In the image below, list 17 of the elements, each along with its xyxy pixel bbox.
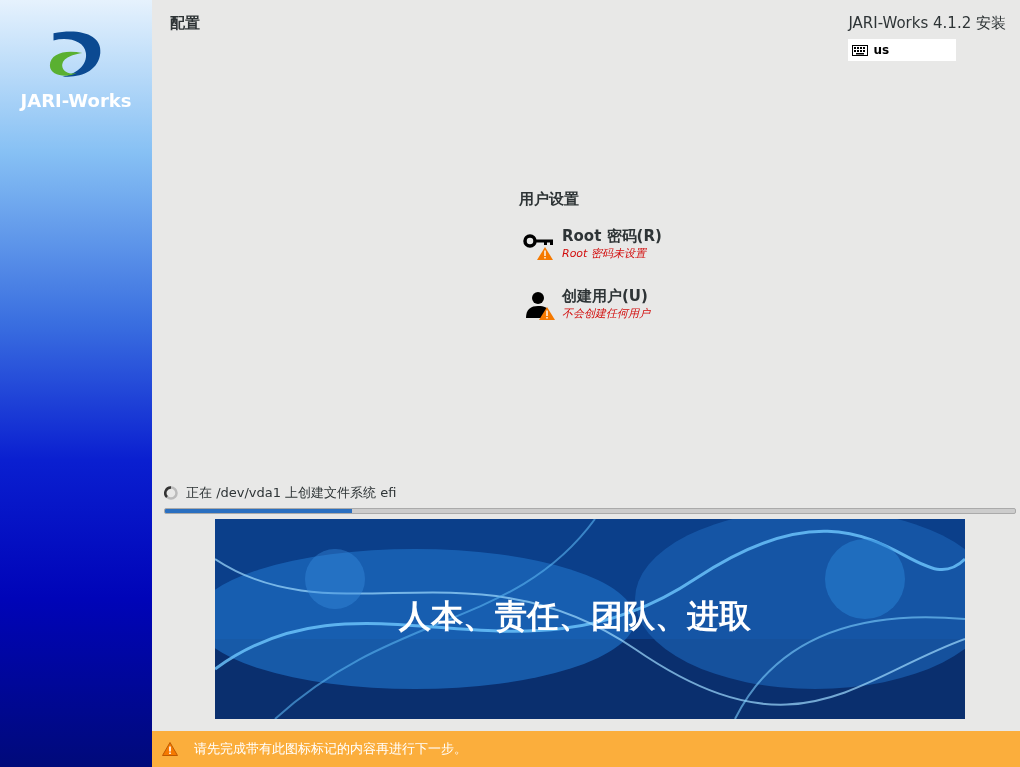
spoke-title: Root 密码(R)	[562, 227, 662, 246]
spoke-status: Root 密码未设置	[562, 246, 648, 261]
section-heading: 用户设置	[519, 190, 580, 209]
banner-caption: 人本、责任、团队、进取	[399, 596, 751, 637]
spoke-status: 不会创建任何用户	[562, 306, 650, 321]
progress-message: 正在 /dev/vda1 上创建文件系统 efi	[186, 484, 397, 502]
keyboard-layout-button[interactable]: us	[848, 39, 957, 61]
keyboard-icon	[852, 44, 869, 56]
spoke-title: 创建用户(U)	[562, 287, 649, 306]
logo-text: JARI-Works	[20, 90, 132, 111]
settings-spoke[interactable]: 创建用户(U) 不会创建任何用户	[523, 287, 703, 325]
warning-icon	[162, 742, 178, 756]
spinner-icon	[164, 486, 178, 500]
page-title: 配置	[170, 14, 200, 34]
settings-spoke[interactable]: Root 密码(R) Root 密码未设置	[523, 227, 703, 265]
warning-message: 请先完成带有此图标标记的内容再进行下一步。	[194, 740, 467, 758]
product-title: JARI-Works 4.1.2 安装	[848, 14, 1006, 33]
